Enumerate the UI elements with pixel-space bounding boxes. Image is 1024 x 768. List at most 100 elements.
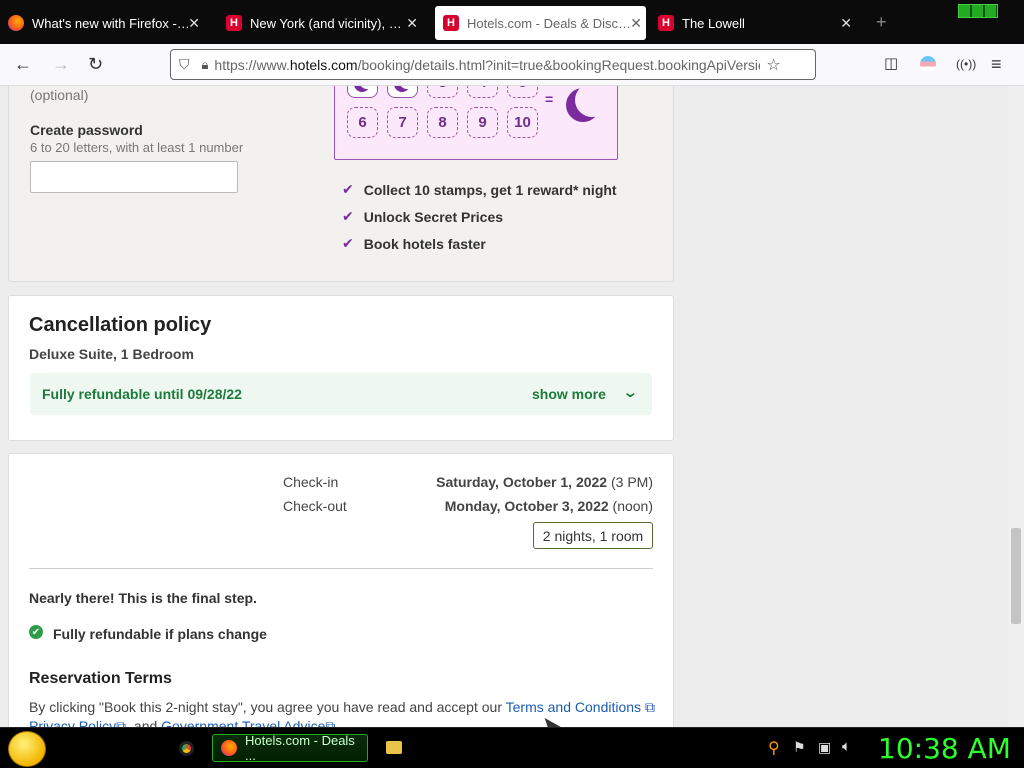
hotels-icon: H: [226, 15, 242, 31]
stamp-8: 8: [427, 107, 458, 138]
checkin-label: Check-in: [283, 474, 339, 490]
page-content: (optional) Create password 6 to 20 lette…: [0, 86, 1024, 727]
checkin-date: Saturday, October 1, 2022: [436, 474, 608, 490]
search-icon[interactable]: ⚲: [768, 738, 780, 758]
terms-text: By clicking "Book this 2-night stay", yo…: [29, 699, 502, 715]
browser-tab-bar: What's new with Firefox - Mo ✕ H New Yor…: [0, 0, 1024, 44]
system-monitor-meter: [958, 4, 998, 18]
password-hint: 6 to 20 letters, with at least 1 number: [30, 140, 244, 155]
start-menu-smiley-icon[interactable]: [8, 731, 46, 767]
stamp-filled-moon: [347, 86, 378, 98]
close-tab-icon[interactable]: ✕: [406, 15, 418, 32]
os-taskbar: Hotels.com - Deals ... ⚲ ⚑ ▣ 🔈︎ 10:38 AM: [0, 727, 1024, 768]
checkout-value: Monday, October 3, 2022 (noon): [445, 498, 653, 514]
moon-icon: [359, 86, 375, 89]
checkin-time: (3 PM): [611, 474, 653, 490]
close-tab-icon[interactable]: ✕: [630, 15, 642, 32]
profile-avatar-icon[interactable]: [920, 56, 936, 72]
terms-paragraph: By clicking "Book this 2-night stay", yo…: [29, 698, 659, 727]
tab-hotels-active[interactable]: H Hotels.com - Deals & Discou ✕: [435, 6, 646, 40]
taskbar-clock[interactable]: 10:38 AM: [878, 732, 1011, 765]
stamp-5: 5: [507, 86, 538, 98]
reload-icon[interactable]: ↻: [88, 54, 103, 75]
new-tab-plus-icon[interactable]: +: [876, 12, 887, 33]
extension-icon[interactable]: ((•)): [956, 57, 976, 71]
volume-icon[interactable]: 🔈︎: [842, 738, 851, 755]
check-circle-icon: ✔: [29, 625, 43, 639]
url-text[interactable]: https://www.hotels.com/booking/details.h…: [214, 57, 760, 73]
refund-text: Fully refundable until 09/28/22: [42, 386, 242, 402]
stamp-filled-moon: [387, 86, 418, 98]
room-name: Deluxe Suite, 1 Bedroom: [29, 346, 194, 362]
privacy-policy-link[interactable]: Privacy Policy: [29, 718, 116, 727]
task-label: Hotels.com - Deals ...: [245, 733, 355, 763]
chrome-icon[interactable]: [179, 741, 194, 756]
bookmark-star-icon[interactable]: ☆: [766, 55, 780, 75]
show-more-link[interactable]: show more: [532, 386, 606, 402]
stamp-6: 6: [347, 107, 378, 138]
password-input[interactable]: [30, 161, 238, 193]
url-bar[interactable]: ⛉ 🔒︎ https://www.hotels.com/booking/deta…: [170, 49, 816, 80]
tab-firefox-whatsnew[interactable]: What's new with Firefox - Mo ✕: [8, 6, 204, 40]
reservation-terms-title: Reservation Terms: [29, 670, 172, 687]
network-icon[interactable]: ▣: [818, 739, 831, 756]
page-scrollbar[interactable]: [1008, 86, 1024, 727]
hotels-icon: H: [443, 15, 459, 31]
pocket-icon[interactable]: ◫: [884, 54, 898, 72]
tab-new-york[interactable]: H New York (and vicinity), New ✕: [226, 6, 422, 40]
forward-arrow-icon[interactable]: →: [52, 54, 70, 75]
fully-refundable-text: Fully refundable if plans change: [53, 626, 267, 642]
travel-advice-link[interactable]: Government Travel Advice: [161, 718, 325, 727]
back-arrow-icon[interactable]: ←: [14, 54, 32, 75]
final-step-text: Nearly there! This is the final step.: [29, 590, 257, 606]
stay-details-card: Check-in Saturday, October 1, 2022 (3 PM…: [8, 453, 674, 727]
lock-icon[interactable]: 🔒︎: [202, 57, 209, 73]
external-link-icon: ⧉: [116, 718, 127, 727]
reward-stamps-box: 3 4 5 6 7 8 9 10 =: [334, 86, 618, 160]
firefox-icon: [221, 740, 237, 756]
external-link-icon: ⧉: [644, 699, 655, 715]
checkin-value: Saturday, October 1, 2022 (3 PM): [436, 474, 653, 490]
terms-conditions-link[interactable]: Terms and Conditions: [506, 699, 641, 715]
stamp-9: 9: [467, 107, 498, 138]
tab-title: The Lowell: [682, 15, 745, 31]
equals-sign: =: [545, 91, 554, 107]
cancellation-title: Cancellation policy: [29, 314, 212, 336]
cancellation-policy-card: Cancellation policy Deluxe Suite, 1 Bedr…: [8, 295, 674, 441]
checkout-time: (noon): [612, 498, 653, 514]
chevron-down-icon[interactable]: ⌄: [622, 383, 638, 401]
shield-icon[interactable]: ⛉: [179, 56, 190, 73]
create-password-label: Create password: [30, 122, 143, 138]
taskbar-firefox-task[interactable]: Hotels.com - Deals ...: [212, 733, 368, 763]
hamburger-menu-icon[interactable]: ≡: [991, 54, 1002, 75]
close-tab-icon[interactable]: ✕: [840, 15, 852, 32]
and-text: , and: [126, 718, 158, 727]
moon-icon: [399, 86, 415, 89]
close-tab-icon[interactable]: ✕: [188, 15, 200, 32]
hotels-icon: H: [658, 15, 674, 31]
stamp-10: 10: [507, 107, 538, 138]
folder-icon[interactable]: [386, 741, 402, 754]
checkmark-icon: ✔: [342, 181, 354, 197]
benefit-item: ✔ Collect 10 stamps, get 1 reward* night: [342, 181, 617, 198]
stamp-4: 4: [467, 86, 498, 98]
stamp-7: 7: [387, 107, 418, 138]
navigation-bar: ← → ↻ ⛉ 🔒︎ https://www.hotels.com/bookin…: [0, 44, 1024, 86]
firefox-icon: [8, 15, 24, 31]
reward-night-moon-icon: [575, 86, 609, 117]
stamp-3: 3: [427, 86, 458, 98]
checkout-date: Monday, October 3, 2022: [444, 498, 609, 514]
tab-the-lowell[interactable]: H The Lowell ✕: [658, 6, 856, 40]
scrollbar-thumb[interactable]: [1011, 528, 1021, 624]
nights-rooms-badge: 2 nights, 1 room: [533, 522, 653, 549]
checkout-label: Check-out: [283, 498, 347, 514]
optional-label: (optional): [30, 87, 89, 103]
refund-banner: Fully refundable until 09/28/22 show mor…: [30, 373, 652, 415]
checkmark-icon: ✔: [342, 208, 354, 224]
tab-title: Hotels.com - Deals & Discou: [467, 15, 631, 31]
checkmark-icon: ✔: [342, 235, 354, 251]
tab-title: New York (and vicinity), New: [250, 15, 410, 31]
divider: [29, 568, 653, 569]
benefit-item: ✔ Book hotels faster: [342, 235, 486, 252]
flag-icon[interactable]: ⚑: [793, 739, 806, 756]
